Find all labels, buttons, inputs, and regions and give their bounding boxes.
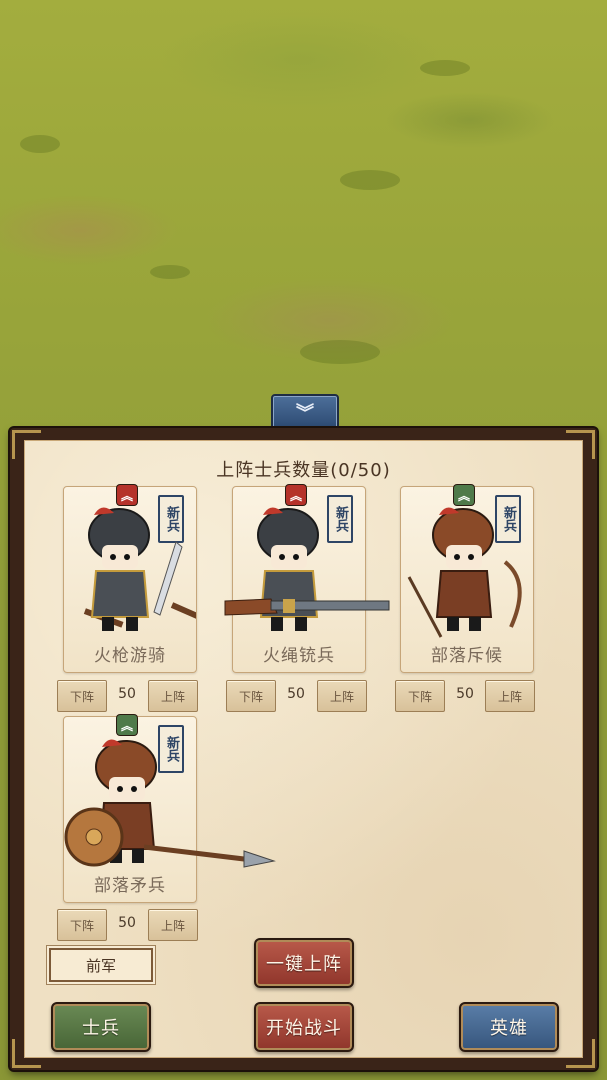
grass-patch xyxy=(420,60,470,76)
matchlock-portrait xyxy=(257,507,319,631)
deploy-button[interactable]: 上阵 xyxy=(148,680,198,712)
soldiers-tab-button[interactable]: 士兵 xyxy=(51,1002,151,1052)
unit-name: 部落斥候 xyxy=(431,646,503,666)
unit-name: 部落矛兵 xyxy=(94,876,166,896)
undeploy-button[interactable]: 下阵 xyxy=(395,680,445,712)
unit-count: 50 xyxy=(118,686,136,702)
deploy-button[interactable]: 上阵 xyxy=(317,680,367,712)
unit-card-tribal-scout[interactable]: ︽ 新兵 部落斥候 xyxy=(400,485,534,673)
unit-card-tribal-spearman[interactable]: ︽ 新兵 部落矛兵 xyxy=(63,715,276,903)
chevron-double-down-icon: ︾ xyxy=(296,403,314,424)
frame-corner xyxy=(12,1039,41,1068)
deploy-button[interactable]: 上阵 xyxy=(148,909,198,941)
tribal-scout-portrait xyxy=(407,507,522,638)
unit-card-musket-cavalry[interactable]: ︽ 新兵 火枪游骑 xyxy=(63,485,197,673)
unit-card-matchlock[interactable]: ︽ 新兵 火绳铳兵 xyxy=(224,485,390,673)
heroes-tab-button[interactable]: 英雄 xyxy=(459,1002,559,1052)
deploy-all-button[interactable]: 一键上阵 xyxy=(254,938,354,988)
unit-name: 火枪游骑 xyxy=(94,646,166,666)
deploy-button[interactable]: 上阵 xyxy=(485,680,535,712)
musket-cavalry-portrait xyxy=(83,507,196,631)
unit-count: 50 xyxy=(118,915,136,931)
frame-corner xyxy=(12,430,41,459)
formation-selector[interactable]: 前军 xyxy=(49,948,153,982)
matchlock-rifle xyxy=(224,598,390,616)
undeploy-button[interactable]: 下阵 xyxy=(57,909,107,941)
frame-corner xyxy=(566,1039,595,1068)
collapse-panel-button[interactable]: ︾ xyxy=(271,394,339,430)
grass-patch xyxy=(20,135,60,153)
undeploy-button[interactable]: 下阵 xyxy=(226,680,276,712)
spear xyxy=(144,844,276,868)
frame-corner xyxy=(566,430,595,459)
undeploy-button[interactable]: 下阵 xyxy=(57,680,107,712)
start-battle-button[interactable]: 开始战斗 xyxy=(254,1002,354,1052)
grass-patch xyxy=(150,265,190,279)
grass-patch xyxy=(300,340,380,364)
deploy-count-title: 上阵士兵数量(0/50) xyxy=(216,460,391,481)
unit-count: 50 xyxy=(287,686,305,702)
unit-name: 火绳铳兵 xyxy=(263,646,335,666)
unit-count: 50 xyxy=(456,686,474,702)
grass-patch xyxy=(340,170,400,190)
